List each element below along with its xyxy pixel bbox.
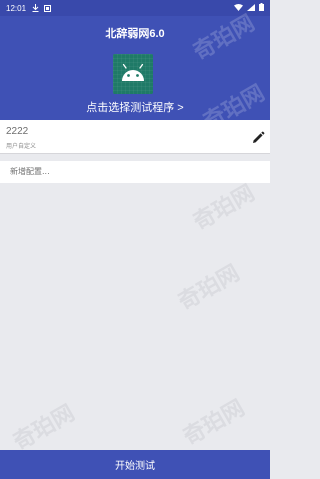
config-type: 用户自定义 [6,143,37,150]
edit-icon[interactable] [251,130,265,144]
config-name: 2222 [6,126,29,137]
watermark: 奇珀网 [179,395,250,451]
status-right-icons [234,3,264,13]
download-icon [32,4,39,12]
signal-icon [247,3,255,13]
notification-icon [44,4,52,12]
battery-icon [259,3,264,13]
add-config-label: 新增配置... [10,167,50,176]
app-title: 北辞弱网6.0 [105,28,165,40]
start-test-button[interactable]: 开始测试 [0,450,270,479]
status-bar: 12:01 [0,0,270,16]
config-list-item[interactable]: 2222 用户自定义 [0,120,270,154]
watermark: 奇珀网 [9,400,80,456]
watermark: 奇珀网 [174,260,245,316]
status-time: 12:01 [6,3,27,13]
add-config-button[interactable]: 新增配置... [0,161,270,183]
wifi-icon [234,3,243,13]
header: 北辞弱网6.0 点击选择测试程序 > [0,16,270,120]
start-test-label: 开始测试 [115,461,155,472]
watermark: 奇珀网 [189,180,260,236]
android-app-icon[interactable] [113,54,153,94]
select-test-program-button[interactable]: 点击选择测试程序 > [0,99,270,115]
